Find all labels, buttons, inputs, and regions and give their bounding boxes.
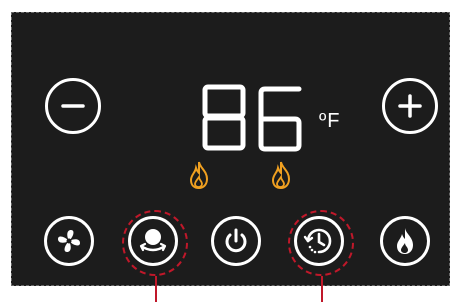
swing-highlight-ring [122, 210, 188, 276]
temperature-display: 86 [197, 83, 317, 153]
seven-segment-digits [202, 84, 302, 152]
minus-icon [61, 104, 85, 108]
increase-temperature-button[interactable] [382, 78, 438, 134]
fan-icon [58, 230, 80, 252]
power-icon [225, 228, 247, 253]
flame-outline-icon [189, 161, 209, 190]
power-button[interactable] [211, 216, 261, 266]
digit-8 [202, 84, 246, 151]
flame-outline-icon [271, 161, 291, 190]
decrease-temperature-button[interactable] [45, 78, 101, 134]
timer-callout-line [321, 276, 323, 302]
flame-icon [397, 228, 413, 254]
timer-highlight-ring [288, 210, 354, 276]
fan-button[interactable] [44, 216, 94, 266]
heat-button[interactable] [380, 216, 430, 266]
swing-callout-line [155, 276, 157, 302]
control-panel: 86 ºF [11, 12, 450, 286]
digit-6 [258, 86, 302, 152]
plus-icon [398, 94, 422, 118]
temperature-unit: ºF [319, 110, 341, 132]
